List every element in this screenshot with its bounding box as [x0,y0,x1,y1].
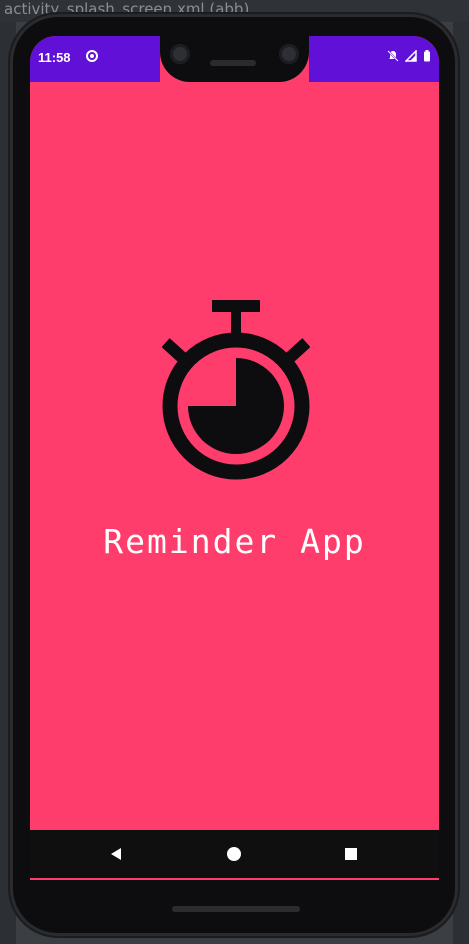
phone-bottom-speaker [172,906,300,912]
back-button[interactable] [102,840,130,868]
status-bar-right [309,36,439,82]
status-time: 11:58 [38,50,71,65]
notifications-off-icon [387,50,399,62]
battery-icon [424,50,430,62]
recents-square-icon [345,848,357,860]
home-button[interactable] [220,840,248,868]
navigation-bar [30,830,439,878]
phone-screen: 11:58 Reminder App [30,36,439,880]
home-circle-icon [227,847,241,861]
recents-button[interactable] [337,840,365,868]
signal-icon [405,50,417,62]
earpiece-speaker [210,60,256,66]
status-bar-left: 11:58 [30,36,160,82]
app-title: Reminder App [103,522,366,561]
camera-notch [160,36,309,82]
stopwatch-icon [162,300,310,480]
sync-icon [86,50,98,62]
front-sensor-icon [279,44,299,64]
back-triangle-icon [111,848,121,860]
front-camera-icon [170,44,190,64]
